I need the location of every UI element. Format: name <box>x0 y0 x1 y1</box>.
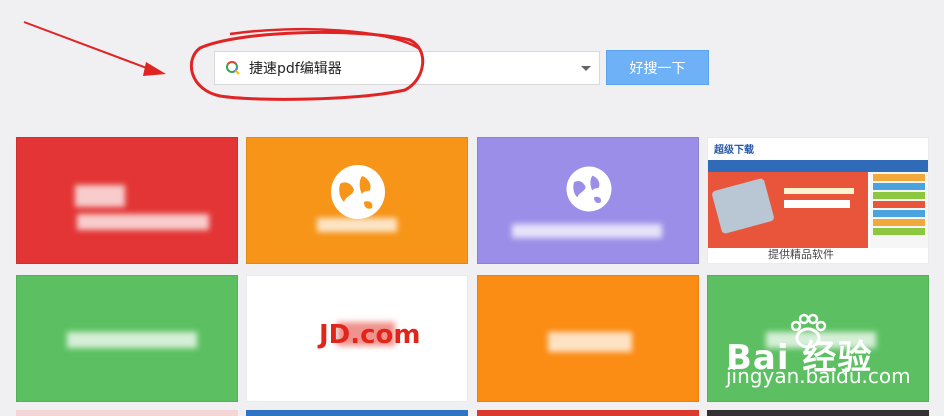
search-query-text: 捷速pdf编辑器 <box>249 61 342 77</box>
search-button[interactable]: 好搜一下 <box>606 50 709 85</box>
tile-jd[interactable]: JD.com <box>246 275 468 402</box>
tile-site-thumbnail[interactable]: 超级下载 提供精品软件 <box>707 137 929 264</box>
thumbnail-header: 超级下载 <box>708 138 928 160</box>
globe-icon <box>566 166 612 212</box>
globe-icon <box>331 165 385 219</box>
chevron-down-icon[interactable] <box>581 65 591 71</box>
thumbnail-nav <box>708 160 928 172</box>
thumbnail-logo: 超级下载 <box>714 145 754 156</box>
thumbnail-sidebar <box>870 172 928 248</box>
thumbnail-banner <box>708 172 868 248</box>
thumbnail-caption: 提供精品软件 <box>768 248 834 261</box>
tile-orange[interactable] <box>246 137 468 264</box>
tile-green[interactable] <box>16 275 238 402</box>
blurred-label <box>548 332 632 352</box>
tile-partial[interactable] <box>707 410 929 416</box>
blurred-label <box>77 214 209 230</box>
blurred-label <box>67 332 197 348</box>
tile-purple[interactable] <box>477 137 699 264</box>
blurred-label <box>75 185 125 207</box>
search-input[interactable]: 捷速pdf编辑器 <box>214 51 600 85</box>
tile-orange-2[interactable] <box>477 275 699 402</box>
tile-partial[interactable] <box>246 410 468 416</box>
blurred-label <box>337 322 395 346</box>
tile-partial[interactable] <box>477 410 699 416</box>
tile-partial[interactable] <box>16 410 238 416</box>
blurred-label <box>317 218 397 232</box>
blurred-label <box>512 224 662 238</box>
search-icon <box>225 60 241 76</box>
tile-red[interactable] <box>16 137 238 264</box>
watermark-url: jingyan.baidu.com <box>726 364 911 388</box>
